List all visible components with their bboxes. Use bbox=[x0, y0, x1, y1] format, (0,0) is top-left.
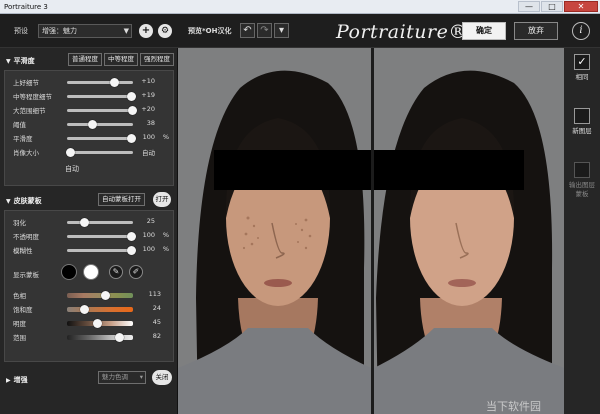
slider-track[interactable] bbox=[67, 246, 136, 255]
lightness-gradient-track[interactable] bbox=[67, 319, 133, 328]
output-mask-checkbox[interactable] bbox=[574, 162, 590, 178]
top-toolbar: 预设 增强：魅力 ▼ + ⚙ 预览*OH汉化 ↶ ↷ ▾ Portraiture… bbox=[0, 14, 600, 48]
redo-icon[interactable]: ↷ bbox=[257, 23, 272, 38]
slider-knob[interactable] bbox=[65, 148, 75, 157]
enhance-header[interactable]: ▶ 增强 bbox=[6, 375, 28, 385]
slider-row: 不透明度 100 % bbox=[13, 231, 169, 241]
enhance-toggle-button[interactable]: 关闭 bbox=[152, 370, 172, 385]
slider-track[interactable] bbox=[67, 120, 133, 129]
slider-knob[interactable] bbox=[126, 92, 136, 101]
color-slider-row: 饱和度 24 bbox=[13, 304, 161, 314]
eyedropper-icon[interactable]: ✎ bbox=[109, 265, 123, 279]
slider-track[interactable] bbox=[67, 78, 133, 87]
preview-before[interactable] bbox=[178, 48, 371, 414]
maximize-button[interactable]: □ bbox=[541, 1, 563, 12]
slider-knob[interactable] bbox=[100, 291, 110, 300]
info-button[interactable]: i bbox=[572, 22, 590, 40]
before-portrait-image bbox=[178, 48, 371, 414]
slider-track[interactable] bbox=[67, 106, 137, 115]
slider-knob[interactable] bbox=[80, 218, 90, 227]
output-mask-label: 输出图层蒙板 bbox=[569, 181, 595, 198]
preview-label: 预览*OH汉化 bbox=[188, 27, 232, 35]
close-window-button[interactable]: ✕ bbox=[564, 1, 598, 12]
slider-track[interactable] bbox=[67, 92, 136, 101]
settings-panel: ▼ 平滑度 普通程度 中等程度 强烈程度 上好细节 +10 中等程度细节 +19 … bbox=[0, 48, 178, 414]
slider-track[interactable] bbox=[67, 218, 133, 227]
preset-medium-button[interactable]: 中等程度 bbox=[104, 53, 138, 66]
hue-gradient-track[interactable] bbox=[67, 291, 133, 300]
mask-toggle-button[interactable]: 打开 bbox=[153, 192, 171, 207]
skin-mask-header[interactable]: ▼ 皮肤蒙板 bbox=[6, 196, 42, 206]
gear-icon[interactable]: ⚙ bbox=[158, 24, 172, 38]
chevron-down-icon: ▾ bbox=[139, 373, 143, 381]
slider-knob[interactable] bbox=[87, 120, 97, 129]
chevron-down-icon: ▼ bbox=[123, 27, 129, 35]
preset-label: 预设 bbox=[14, 27, 28, 35]
eyedropper-plus-icon[interactable]: ✐ bbox=[129, 265, 143, 279]
collapse-icon: ▼ bbox=[6, 58, 11, 65]
add-preset-button[interactable]: + bbox=[139, 24, 153, 38]
slider-row: 肖像大小 自动 bbox=[13, 148, 155, 157]
slider-row: 阈值 38 bbox=[13, 119, 155, 129]
preset-strong-button[interactable]: 强烈程度 bbox=[140, 53, 174, 66]
slider-knob[interactable] bbox=[126, 246, 136, 255]
expand-icon: ▶ bbox=[6, 377, 11, 384]
window-titlebar: Portraiture 3 — □ ✕ bbox=[0, 0, 600, 14]
new-layer-checkbox[interactable] bbox=[574, 108, 590, 124]
history-dropdown-button[interactable]: ▾ bbox=[274, 23, 289, 38]
skin-mask-section: 羽化 25 不透明度 100 % 模糊性 100 % 显示蒙板 ✎ ✐ 色相 1… bbox=[4, 210, 174, 362]
color-slider-row: 明度 45 bbox=[13, 318, 161, 328]
after-portrait-image: 当下软件园 bbox=[374, 48, 564, 414]
slider-knob[interactable] bbox=[92, 319, 102, 328]
watermark-text: 当下软件园 bbox=[486, 399, 541, 413]
smoothing-section: 上好细节 +10 中等程度细节 +19 大范围细节 +20 阈值 38 平滑度 … bbox=[4, 70, 174, 186]
undo-icon[interactable]: ↶ bbox=[240, 23, 255, 38]
preview-after[interactable]: 当下软件园 bbox=[374, 48, 564, 414]
show-mask-label: 显示蒙板 bbox=[13, 271, 39, 279]
preset-normal-button[interactable]: 普通程度 bbox=[68, 53, 102, 66]
preset-select[interactable]: 增强：魅力 ▼ bbox=[38, 24, 132, 38]
saturation-gradient-track[interactable] bbox=[67, 305, 133, 314]
window-title: Portraiture 3 bbox=[4, 3, 48, 11]
smoothing-header[interactable]: ▼ 平滑度 bbox=[6, 56, 35, 66]
cancel-button[interactable]: 放弃 bbox=[514, 22, 558, 40]
color-slider-row: 色相 113 bbox=[13, 290, 161, 300]
slider-row: 平滑度 100 % bbox=[13, 133, 169, 143]
auto-label: 自动 bbox=[65, 165, 79, 173]
slider-row: 中等程度细节 +19 bbox=[13, 91, 155, 101]
preset-value: 增强：魅力 bbox=[42, 27, 77, 35]
collapse-icon: ▼ bbox=[6, 198, 11, 205]
ok-button[interactable]: 确定 bbox=[462, 22, 506, 40]
enhance-mode-select[interactable]: 魅力色调 ▾ bbox=[98, 371, 146, 384]
slider-knob[interactable] bbox=[126, 134, 136, 143]
auto-mask-button[interactable]: 自动蒙板打开 bbox=[98, 193, 145, 206]
slider-row: 羽化 25 bbox=[13, 217, 155, 227]
slider-knob[interactable] bbox=[115, 333, 125, 342]
slider-row: 大范围细节 +20 bbox=[13, 105, 155, 115]
mask-color-black-swatch[interactable] bbox=[61, 264, 77, 280]
output-panel: ✓ 相同 新图层 输出图层蒙板 bbox=[564, 48, 600, 414]
slider-knob[interactable] bbox=[126, 232, 136, 241]
slider-row: 上好细节 +10 bbox=[13, 77, 155, 87]
minimize-button[interactable]: — bbox=[518, 1, 540, 12]
slider-knob[interactable] bbox=[110, 78, 120, 87]
slider-track[interactable] bbox=[65, 148, 133, 157]
slider-track[interactable] bbox=[67, 232, 136, 241]
slider-row: 模糊性 100 % bbox=[13, 245, 169, 255]
slider-track[interactable] bbox=[67, 134, 136, 143]
same-layer-checkbox[interactable]: ✓ bbox=[574, 54, 590, 70]
range-gradient-track[interactable] bbox=[67, 333, 133, 342]
same-label: 相同 bbox=[575, 73, 589, 81]
new-layer-label: 新图层 bbox=[572, 127, 592, 135]
mask-color-white-swatch[interactable] bbox=[83, 264, 99, 280]
color-slider-row: 范围 82 bbox=[13, 332, 161, 342]
slider-knob[interactable] bbox=[127, 106, 137, 115]
slider-knob[interactable] bbox=[79, 305, 89, 314]
